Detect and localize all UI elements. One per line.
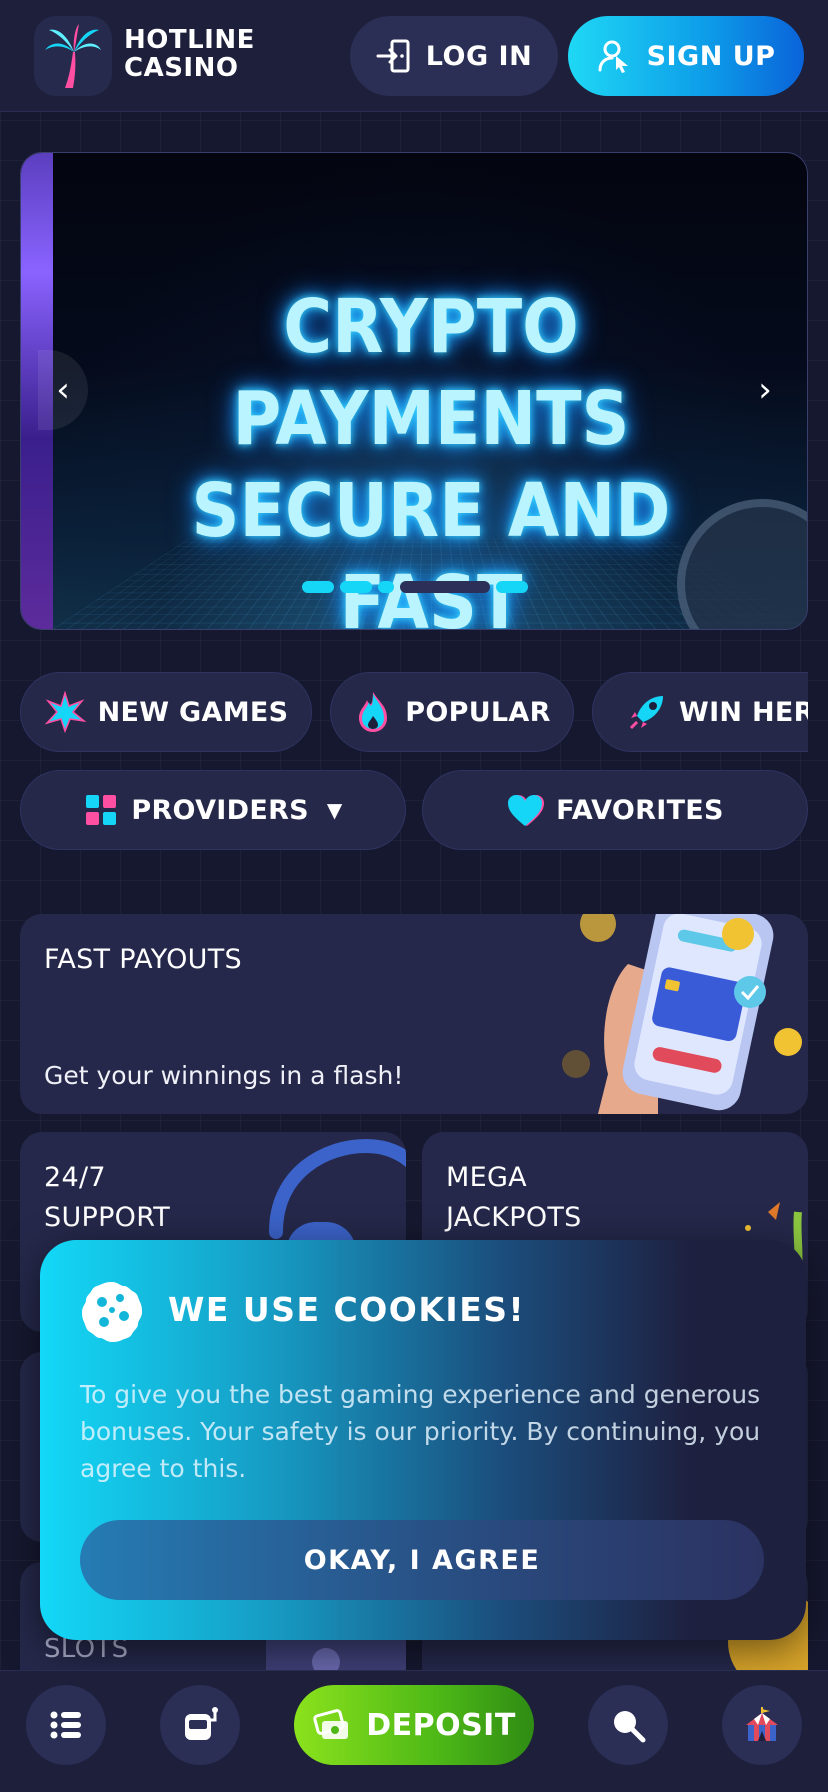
category-popular[interactable]: POPULAR xyxy=(330,672,574,752)
feature-card-fast-payouts[interactable]: FAST PAYOUTS Get your winnings in a flas… xyxy=(20,914,808,1114)
heart-icon xyxy=(508,795,545,826)
pagination-dot[interactable] xyxy=(340,581,372,593)
brand-line2: CASINO xyxy=(124,53,239,83)
slots-nav-button[interactable] xyxy=(160,1685,240,1765)
signup-button[interactable]: SIGN UP xyxy=(568,16,804,96)
menu-button[interactable] xyxy=(26,1685,106,1765)
providers-label: PROVIDERS xyxy=(131,794,309,826)
cookie-consent-dialog: WE USE COOKIES! To give you the best gam… xyxy=(40,1240,806,1640)
feature-title-line2: JACKPOTS xyxy=(446,1202,582,1233)
feature-subtitle: Get your winnings in a flash! xyxy=(44,1061,404,1090)
palm-tree-icon xyxy=(45,24,101,88)
login-button[interactable]: LOG IN xyxy=(350,16,558,96)
category-label: WIN HERE xyxy=(679,696,808,728)
cash-icon xyxy=(313,1709,349,1739)
flame-icon xyxy=(359,692,388,732)
deposit-label: DEPOSIT xyxy=(366,1707,516,1743)
pagination-dot[interactable] xyxy=(302,581,334,593)
pagination-dot-active[interactable] xyxy=(378,581,394,593)
chevron-right-icon: › xyxy=(758,370,772,410)
cookie-message: To give you the best gaming experience a… xyxy=(80,1380,761,1483)
cookie-agree-button[interactable]: OKAY, I AGREE xyxy=(80,1520,764,1600)
promotions-button[interactable] xyxy=(722,1685,802,1765)
caret-down-icon: ▼ xyxy=(326,798,343,822)
rocket-icon xyxy=(629,696,663,730)
pagination-track xyxy=(400,581,490,593)
feature-title-line2: SUPPORT xyxy=(44,1202,171,1233)
signup-label: SIGN UP xyxy=(646,40,776,72)
door-enter-icon xyxy=(376,39,410,73)
feature-title: FAST PAYOUTS xyxy=(44,944,242,975)
favorites-button[interactable]: FAVORITES xyxy=(422,770,808,850)
category-label: NEW GAMES xyxy=(97,696,289,728)
circus-tent-icon xyxy=(746,1707,778,1741)
pagination-dot[interactable] xyxy=(496,581,528,593)
feature-title: 24/7 SUPPORT xyxy=(44,1158,170,1238)
banner-headline: CRYPTO PAYMENTS SECURE AND FAST xyxy=(116,281,746,630)
top-header: HOTLINE CASINO LOG IN SIGN UP xyxy=(0,0,828,112)
search-button[interactable] xyxy=(588,1685,668,1765)
cookie-title: WE USE COOKIES! xyxy=(168,1290,526,1329)
login-label: LOG IN xyxy=(425,40,533,72)
favorites-label: FAVORITES xyxy=(556,794,724,826)
providers-dropdown[interactable]: PROVIDERS ▼ xyxy=(20,770,406,850)
banner-pagination xyxy=(302,580,528,594)
cookie-icon xyxy=(82,1282,142,1342)
chevron-left-icon: ‹ xyxy=(56,370,70,410)
brand-line1: HOTLINE xyxy=(124,25,255,55)
category-new-games[interactable]: NEW GAMES xyxy=(20,672,312,752)
cookie-agree-label: OKAY, I AGREE xyxy=(303,1544,541,1576)
phone-payment-illustration xyxy=(562,914,802,1114)
banner-next-button[interactable]: › xyxy=(740,350,790,430)
feature-title: MEGA JACKPOTS xyxy=(446,1158,582,1238)
feature-title-line1: 24/7 xyxy=(44,1162,106,1193)
menu-list-icon xyxy=(50,1711,81,1739)
promo-banner[interactable]: CRYPTO PAYMENTS SECURE AND FAST xyxy=(20,152,808,630)
logo[interactable] xyxy=(34,16,112,96)
category-label: POPULAR xyxy=(405,696,551,728)
puzzle-icon xyxy=(86,795,117,825)
feature-title-line1: MEGA xyxy=(446,1162,527,1193)
category-win-here[interactable]: WIN HERE xyxy=(592,672,808,752)
banner-line2: SECURE AND FAST xyxy=(191,468,671,630)
category-scroller[interactable]: NEW GAMES POPULAR WIN HERE xyxy=(20,670,808,754)
user-plus-icon xyxy=(598,40,628,73)
deposit-button[interactable]: DEPOSIT xyxy=(294,1685,534,1765)
search-icon xyxy=(614,1711,646,1743)
sparkle-icon xyxy=(44,691,86,733)
slot-machine-icon xyxy=(185,1707,218,1740)
brand-name: HOTLINE CASINO xyxy=(124,26,255,82)
bottom-navigation: DEPOSIT xyxy=(0,1670,828,1792)
banner-line1: CRYPTO PAYMENTS xyxy=(232,284,630,462)
